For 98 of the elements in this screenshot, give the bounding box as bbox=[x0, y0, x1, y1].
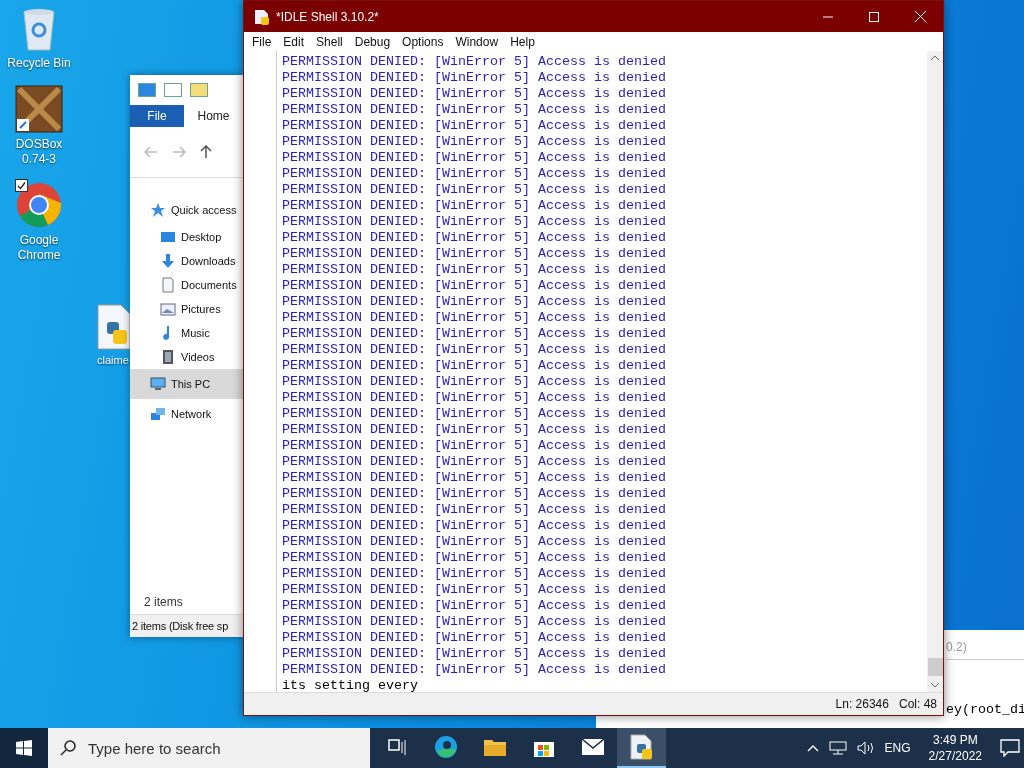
nav-pane-item[interactable]: Music bbox=[130, 321, 243, 345]
clock[interactable]: 3:49 PM 2/27/2022 bbox=[920, 732, 990, 764]
error-line: PERMISSION DENIED: [WinError 5] Access is denied bbox=[282, 294, 667, 310]
error-line: PERMISSION DENIED: [WinError 5] Access is denied bbox=[282, 118, 667, 134]
windows-logo-icon bbox=[16, 740, 32, 756]
menu-item[interactable]: Help bbox=[504, 34, 541, 49]
desktop-icon bbox=[160, 229, 176, 245]
nav-pane-item[interactable]: Pictures bbox=[130, 297, 243, 321]
error-line: PERMISSION DENIED: [WinError 5] Access is denied bbox=[282, 374, 667, 390]
error-line: PERMISSION DENIED: [WinError 5] Access is denied bbox=[282, 582, 667, 598]
error-line: PERMISSION DENIED: [WinError 5] Access is denied bbox=[282, 358, 667, 374]
error-line: PERMISSION DENIED: [WinError 5] Access is denied bbox=[282, 518, 667, 534]
chrome-icon bbox=[15, 181, 63, 229]
taskbar-button[interactable] bbox=[617, 728, 666, 768]
error-line: PERMISSION DENIED: [WinError 5] Access is denied bbox=[282, 246, 667, 262]
error-line: PERMISSION DENIED: [WinError 5] Access is denied bbox=[282, 422, 667, 438]
input-line: its setting every bbox=[282, 678, 419, 692]
mail-icon[interactable] bbox=[581, 739, 604, 755]
error-line: PERMISSION DENIED: [WinError 5] Access is denied bbox=[282, 390, 667, 406]
monitor-icon bbox=[150, 376, 166, 392]
shell-output[interactable] bbox=[277, 51, 927, 692]
picture-icon bbox=[160, 301, 176, 317]
error-line: PERMISSION DENIED: [WinError 5] Access is denied bbox=[282, 134, 667, 150]
error-line: PERMISSION DENIED: [WinError 5] Access is denied bbox=[282, 278, 667, 294]
python-file-icon[interactable] bbox=[629, 734, 654, 760]
error-line: PERMISSION DENIED: [WinError 5] Access is denied bbox=[282, 214, 667, 230]
scrollbar-thumb[interactable] bbox=[927, 658, 943, 676]
error-line: PERMISSION DENIED: [WinError 5] Access is denied bbox=[282, 502, 667, 518]
download-arrow-icon bbox=[160, 253, 176, 269]
film-icon bbox=[160, 349, 176, 365]
crate-icon bbox=[15, 85, 63, 133]
document-icon bbox=[160, 277, 176, 293]
nav-pane-item[interactable]: Documents bbox=[130, 273, 243, 297]
nav-pane-item[interactable]: This PC bbox=[130, 369, 243, 399]
network-icon[interactable] bbox=[828, 741, 847, 755]
menu-item[interactable]: Options bbox=[396, 34, 450, 49]
task-view-icon[interactable] bbox=[387, 739, 406, 755]
search-field[interactable]: Type here to search bbox=[48, 728, 370, 768]
error-line: PERMISSION DENIED: [WinError 5] Access is denied bbox=[282, 310, 667, 326]
error-line: PERMISSION DENIED: [WinError 5] Access is denied bbox=[282, 566, 667, 582]
up-arrow-icon[interactable] bbox=[200, 145, 212, 159]
error-line: PERMISSION DENIED: [WinError 5] Access is denied bbox=[282, 534, 667, 550]
language-indicator[interactable]: ENG bbox=[884, 741, 911, 755]
nav-pane-item[interactable]: Network bbox=[130, 399, 243, 429]
column-number: Col: 48 bbox=[898, 697, 937, 711]
error-line: PERMISSION DENIED: [WinError 5] Access is denied bbox=[282, 166, 667, 182]
speaker-icon[interactable] bbox=[856, 741, 875, 755]
error-line: PERMISSION DENIED: [WinError 5] Access is denied bbox=[282, 486, 667, 502]
item-count: 2 items bbox=[143, 595, 184, 611]
error-line: PERMISSION DENIED: [WinError 5] Access is denied bbox=[282, 262, 667, 278]
error-line: PERMISSION DENIED: [WinError 5] Access is denied bbox=[282, 662, 667, 678]
nav-pane-item[interactable]: Downloads bbox=[130, 249, 243, 273]
start-button[interactable] bbox=[0, 728, 48, 768]
ribbon-tab[interactable]: File bbox=[130, 105, 185, 127]
error-line: PERMISSION DENIED: [WinError 5] Access is denied bbox=[282, 102, 667, 118]
error-line: PERMISSION DENIED: [WinError 5] Access is denied bbox=[282, 438, 667, 454]
error-line: PERMISSION DENIED: [WinError 5] Access is denied bbox=[282, 598, 667, 614]
python-file-icon bbox=[254, 8, 270, 25]
menu-item[interactable]: Edit bbox=[277, 34, 311, 49]
nav-pane-item[interactable]: Quick access bbox=[130, 195, 243, 225]
window-text: 0.2) bbox=[946, 630, 1024, 660]
error-line: PERMISSION DENIED: [WinError 5] Access is denied bbox=[282, 470, 667, 486]
error-line: PERMISSION DENIED: [WinError 5] Access is denied bbox=[282, 230, 667, 246]
search-icon bbox=[60, 740, 76, 756]
menu-item[interactable]: Debug bbox=[348, 34, 397, 49]
window-title: *IDLE Shell 3.10.2* bbox=[276, 9, 380, 24]
star-icon bbox=[150, 202, 166, 218]
error-line: PERMISSION DENIED: [WinError 5] Access is denied bbox=[282, 198, 667, 214]
error-line: PERMISSION DENIED: [WinError 5] Access is denied bbox=[282, 646, 667, 662]
nav-pane-item[interactable]: Desktop bbox=[130, 225, 243, 249]
error-line: PERMISSION DENIED: [WinError 5] Access is denied bbox=[282, 550, 667, 566]
error-line: PERMISSION DENIED: [WinError 5] Access is denied bbox=[282, 182, 667, 198]
error-line: PERMISSION DENIED: [WinError 5] Access is denied bbox=[282, 326, 667, 342]
error-line: PERMISSION DENIED: [WinError 5] Access is denied bbox=[282, 406, 667, 422]
error-line: PERMISSION DENIED: [WinError 5] Access is denied bbox=[282, 614, 667, 630]
network-icon bbox=[150, 406, 166, 422]
error-line: PERMISSION DENIED: [WinError 5] Access is denied bbox=[282, 630, 667, 646]
nav-pane-item[interactable]: Videos bbox=[130, 345, 243, 369]
checkbox[interactable] bbox=[15, 179, 28, 192]
status-bar: 2 items (Disk free sp bbox=[130, 614, 243, 637]
error-line: PERMISSION DENIED: [WinError 5] Access is denied bbox=[282, 70, 667, 86]
scrollbar[interactable] bbox=[927, 51, 943, 692]
error-line: PERMISSION DENIED: [WinError 5] Access is denied bbox=[282, 342, 667, 358]
error-line: PERMISSION DENIED: [WinError 5] Access is denied bbox=[282, 150, 667, 166]
maximize-icon bbox=[869, 11, 879, 22]
folder-icon[interactable] bbox=[482, 737, 507, 757]
recycle-bin-icon bbox=[20, 6, 58, 52]
menu-item[interactable]: Window bbox=[449, 34, 505, 49]
error-line: PERMISSION DENIED: [WinError 5] Access is denied bbox=[282, 86, 667, 102]
line-number: Ln: 26346 bbox=[835, 697, 889, 711]
error-line: PERMISSION DENIED: [WinError 5] Access is denied bbox=[282, 454, 667, 470]
close-icon bbox=[914, 11, 926, 22]
menu-item[interactable]: File bbox=[246, 34, 278, 49]
chevron-up-icon[interactable] bbox=[806, 744, 819, 752]
edge-icon[interactable] bbox=[433, 735, 458, 759]
menu-item[interactable]: Shell bbox=[310, 34, 349, 49]
error-line: PERMISSION DENIED: [WinError 5] Access is denied bbox=[282, 54, 667, 70]
notification-icon[interactable] bbox=[1000, 739, 1020, 757]
